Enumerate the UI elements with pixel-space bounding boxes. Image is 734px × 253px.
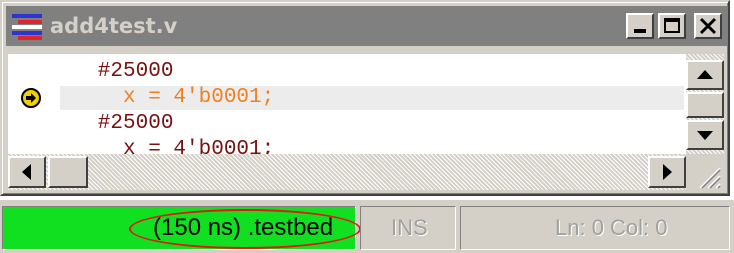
close-button[interactable] — [694, 13, 722, 39]
annotation-ellipse — [129, 209, 361, 249]
minimize-button[interactable] — [626, 13, 654, 39]
editor-window: add4test.v #25000 x = 4'b0001; #25000 x … — [0, 0, 730, 196]
horizontal-scroll-thumb[interactable] — [48, 156, 88, 188]
current-code-line: x = 4'b0001; — [60, 86, 684, 110]
breakpoint-gutter[interactable] — [8, 54, 54, 154]
insert-mode-panel: INS — [360, 206, 456, 250]
maximize-button[interactable] — [658, 13, 686, 39]
vertical-scroll-thumb[interactable] — [686, 92, 724, 118]
arrow-up-icon — [697, 70, 713, 79]
title-bar[interactable]: add4test.v — [6, 6, 728, 46]
code-line: #25000 — [60, 112, 174, 135]
resize-grip-icon — [699, 167, 721, 189]
scroll-up-button[interactable] — [686, 60, 724, 90]
resize-grip[interactable] — [686, 154, 724, 190]
execution-arrow-icon — [21, 88, 41, 108]
scroll-left-button[interactable] — [8, 156, 46, 188]
cursor-position: Ln: 0 Col: 0 — [555, 215, 668, 240]
window-title: add4test.v — [50, 14, 178, 38]
minimize-icon — [634, 29, 646, 33]
close-icon — [699, 17, 717, 35]
scroll-down-button[interactable] — [686, 120, 724, 150]
arrow-left-icon — [22, 164, 31, 180]
status-bar: (150 ns) .testbed INS Ln: 0 Col: 0 — [0, 200, 734, 253]
maximize-icon — [664, 18, 680, 33]
code-line: x = 4'b0001; — [60, 138, 275, 154]
insert-mode-indicator: INS — [391, 215, 428, 240]
arrow-right-icon — [663, 164, 672, 180]
cursor-position-panel: Ln: 0 Col: 0 — [460, 206, 730, 250]
vertical-scrollbar[interactable] — [686, 54, 724, 154]
document-icon — [12, 14, 42, 40]
arrow-down-icon — [697, 131, 713, 140]
horizontal-scrollbar[interactable] — [8, 154, 686, 190]
code-editor[interactable]: #25000 x = 4'b0001; #25000 x = 4'b0001; — [8, 54, 686, 154]
code-line: #25000 — [60, 60, 174, 83]
scroll-right-button[interactable] — [648, 156, 686, 188]
simulation-status-panel: (150 ns) .testbed — [2, 206, 361, 250]
